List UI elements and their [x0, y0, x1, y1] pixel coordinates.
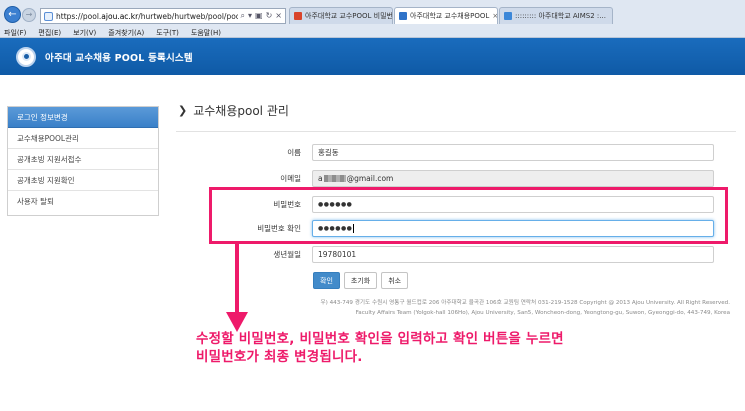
- browser-tab-3[interactable]: ::::::::: 아주대학교 AIMS2 :...: [499, 7, 613, 24]
- address-url[interactable]: https://pool.ajou.ac.kr/hurtweb/hurtweb/…: [56, 12, 238, 21]
- back-arrow-icon[interactable]: ←: [4, 6, 21, 23]
- menu-tools[interactable]: 도구(T): [156, 28, 179, 38]
- footer-line-2: Faculty Affairs Team (Yolgok-hall 106Ho)…: [355, 310, 730, 316]
- page-title-text: 교수채용pool 관리: [193, 104, 289, 118]
- menu-bar: 파일(F) 편집(E) 보기(V) 즐겨찾기(A) 도구(T) 도움말(H): [0, 27, 745, 38]
- logo-icon[interactable]: [16, 46, 36, 67]
- tab-label: 아주대학교 교수POOL 비밀번...: [305, 12, 393, 20]
- lock-icon[interactable]: ▣: [255, 11, 263, 21]
- name-value: 홍길동: [318, 148, 339, 157]
- email-label: 이메일: [280, 174, 301, 183]
- menu-file[interactable]: 파일(F): [4, 28, 26, 38]
- address-bar[interactable]: https://pool.ajou.ac.kr/hurtweb/hurtweb/…: [40, 8, 286, 24]
- refresh-icon[interactable]: ↻: [266, 11, 273, 21]
- tab-label: ::::::::: 아주대학교 AIMS2 :...: [515, 12, 606, 20]
- browser-chrome: ← → https://pool.ajou.ac.kr/hurtweb/hurt…: [0, 0, 745, 38]
- down-arrow-icon: [226, 244, 248, 332]
- annotation-line-2: 비밀번호가 최종 변경됩니다.: [196, 349, 363, 365]
- menu-help[interactable]: 도움말(H): [191, 28, 221, 38]
- annotation-line-1: 수정할 비밀번호, 비밀번호 확인을 입력하고 확인 버튼을 누르면: [196, 331, 564, 347]
- name-label: 이름: [287, 148, 301, 157]
- birth-value: 19780101: [318, 250, 357, 259]
- sidebar-item-withdraw[interactable]: 사용자 탈퇴: [8, 191, 158, 212]
- close-icon[interactable]: ×: [489, 12, 497, 20]
- tab-label: 아주대학교 교수채용POOL: [410, 12, 490, 20]
- confirm-button[interactable]: 확인: [313, 272, 340, 289]
- annotation-text: 수정할 비밀번호, 비밀번호 확인을 입력하고 확인 버튼을 누르면 비밀번호가…: [196, 330, 564, 366]
- url-prefix: https://pool.: [56, 11, 102, 21]
- cancel-button[interactable]: 취소: [381, 272, 409, 289]
- footer-line-1: 우) 443-749 경기도 수원시 영통구 월드컵로 206 아주대학교 율곡…: [320, 300, 730, 306]
- site-header: 아주대 교수채용 POOL 등록시스템: [0, 38, 745, 75]
- menu-edit[interactable]: 편집(E): [38, 28, 61, 38]
- site-title[interactable]: 아주대 교수채용 POOL 등록시스템: [45, 50, 193, 64]
- url-path: /hurtweb/hurtweb/pool/poolMemberPage.act…: [138, 11, 237, 21]
- email-redaction: [323, 175, 346, 182]
- highlight-box: [209, 187, 728, 244]
- url-host: ajou.ac.kr: [101, 11, 139, 21]
- browser-tab-2[interactable]: 아주대학교 교수채용POOL ×: [394, 7, 498, 24]
- sidebar-item-login-info[interactable]: 로그인 정보변경: [8, 107, 158, 128]
- forward-arrow-icon[interactable]: →: [22, 8, 36, 22]
- chevron-right-icon: ❯: [178, 104, 188, 117]
- menu-view[interactable]: 보기(V): [73, 28, 96, 38]
- sidebar-item-apply[interactable]: 공개초빙 지원서접수: [8, 149, 158, 170]
- form-row-birth: 생년월일 19780101: [176, 246, 721, 265]
- divider: [176, 131, 736, 132]
- sidebar: 로그인 정보변경 교수채용POOL관리 공개초빙 지원서접수 공개초빙 지원확인…: [7, 106, 159, 216]
- stop-icon[interactable]: ×: [275, 11, 282, 21]
- birth-label: 생년월일: [273, 250, 301, 259]
- email-suffix: @gmail.com: [346, 174, 394, 183]
- site-icon: [44, 11, 53, 21]
- email-field: a @gmail.com: [312, 170, 714, 187]
- browser-tab-1[interactable]: 아주대학교 교수POOL 비밀번...: [289, 7, 393, 24]
- tab-favicon-icon: [399, 12, 407, 20]
- dropdown-icon[interactable]: ▾: [248, 11, 252, 21]
- page-title: ❯ 교수채용pool 관리: [178, 102, 289, 119]
- button-row: 확인 초기화 취소: [313, 272, 409, 289]
- reset-button[interactable]: 초기화: [343, 272, 378, 289]
- sidebar-item-apply-check[interactable]: 공개초빙 지원확인: [8, 170, 158, 191]
- menu-favorites[interactable]: 즐겨찾기(A): [108, 28, 144, 38]
- form-row-name: 이름 홍길동: [176, 144, 721, 163]
- tab-favicon-icon: [504, 12, 512, 20]
- tab-favicon-icon: [294, 12, 302, 20]
- sidebar-item-pool-manage[interactable]: 교수채용POOL관리: [8, 128, 158, 149]
- name-field[interactable]: 홍길동: [312, 144, 714, 161]
- email-prefix: a: [318, 174, 323, 183]
- birth-field[interactable]: 19780101: [312, 246, 714, 263]
- footer: 우) 443-749 경기도 수원시 영통구 월드컵로 206 아주대학교 율곡…: [290, 298, 730, 318]
- search-icon[interactable]: ⌕: [241, 11, 245, 21]
